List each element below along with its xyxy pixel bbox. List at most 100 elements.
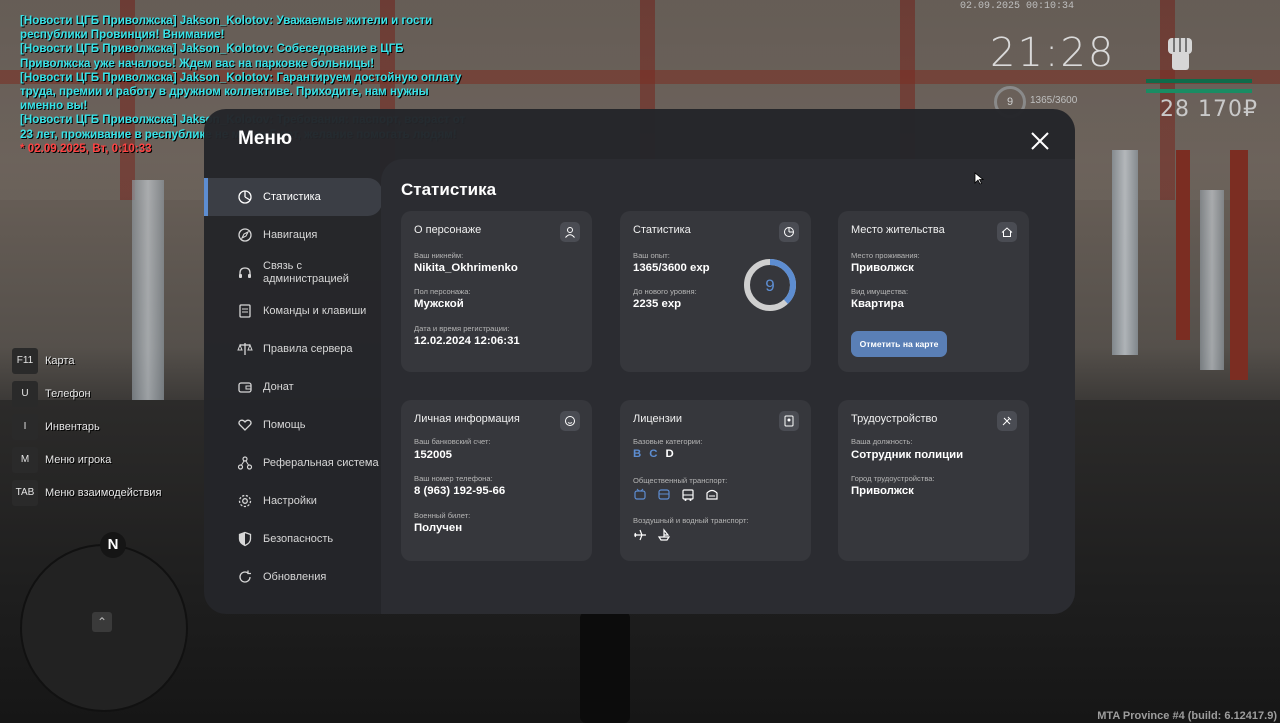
keybind-label: Телефон [45,388,91,400]
chat-message: [Новости ЦГБ Приволжска] Jakson_Kolotov:… [20,14,433,42]
sidebar-item-refresh[interactable]: Обновления [204,558,382,596]
sidebar-item-label: Реферальная система [263,456,379,469]
refresh-icon [239,570,251,583]
bank-label: Ваш банковский счет: [414,437,491,446]
nickname-label: Ваш никнейм: [414,251,464,260]
network-icon [237,456,253,470]
house-icon [997,222,1017,242]
property-type-value: Квартира [851,298,904,310]
sidebar-item-compass[interactable]: Навигация [204,216,382,254]
keybind-list: F11 Карта U Телефон I Инвентарь M Меню игрока TA… [12,348,161,513]
sidebar-item-label: Команды и клавиши [263,304,367,317]
license-category: C [649,448,658,460]
sidebar-item-document[interactable]: Команды и клавиши [204,292,382,330]
key-cap: U [12,381,38,407]
mark-on-map-button[interactable]: Отметить на карте [851,331,947,357]
bus-icon [682,489,694,501]
card-title: О персонаже [414,224,482,236]
air-water-transport-label: Воздушный и водный транспорт: [633,516,749,525]
public-transport-label: Общественный транспорт: [633,476,728,485]
stats-icon [238,190,252,204]
metro-icon [706,489,718,500]
phone-label: Ваш номер телефона: [414,474,493,483]
card-title: Трудоустройство [851,413,938,425]
exp-label: Ваш опыт: [633,251,670,260]
sidebar-item-label: Обновления [263,570,327,583]
card-title: Лицензии [633,413,683,425]
menu-sidebar: Статистика Навигация Связь с администрацие… [204,178,382,596]
place-label: Место проживания: [851,251,920,260]
sidebar-item-gear[interactable]: Настройки [204,482,382,520]
next-level-label: До нового уровня: [633,287,697,296]
license-category: B [633,448,642,460]
pillar [1200,190,1224,370]
level-progress-ring: 9 [744,259,796,311]
key-cap: M [12,447,38,473]
card-title: Место жительства [851,224,945,236]
public-transport-icons [633,488,719,502]
work-city-value: Приволжск [851,485,914,497]
player-position-icon: ⌃ [92,612,112,632]
sidebar-item-label: Донат [263,380,294,393]
military-label: Военный билет: [414,511,471,520]
sidebar-item-heart-hand[interactable]: Помощь [204,406,382,444]
sidebar-item-network[interactable]: Реферальная система [204,444,382,482]
card-character: О персонаже Ваш никнейм: Nikita_Okhrimen… [401,211,592,372]
panel-title: Статистика [401,180,497,199]
smile-icon [560,411,580,431]
tools-icon [997,411,1017,431]
trolleybus-icon [634,488,646,500]
player-menu: Меню Статистика Навигация Связь с админист… [204,109,1075,614]
pillar [1112,150,1138,355]
license-categories: BCD [633,448,682,460]
sidebar-item-scales[interactable]: Правила сервера [204,330,382,368]
military-value: Получен [414,522,463,534]
keybind-row: U Телефон [12,381,161,407]
keybind-label: Инвентарь [45,421,100,433]
person-icon [560,222,580,242]
sidebar-item-label: Безопасность [263,532,334,545]
sidebar-item-headset[interactable]: Связь с администрацией [204,254,382,292]
mouse-cursor-icon [974,172,984,185]
red-column [1230,150,1248,380]
scales-icon [237,343,253,355]
sidebar-item-shield[interactable]: Безопасность [204,520,382,558]
license-category: D [665,448,674,460]
key-cap: F11 [12,348,38,374]
fist-icon [1168,38,1192,70]
card-title: Личная информация [414,413,520,425]
chat-message: [Новости ЦГБ Приволжска] Jakson_Kolotov:… [20,70,462,113]
keybind-label: Карта [45,355,75,367]
hud-datetime: 02.09.2025 00:10:34 [959,1,1074,12]
id-card-icon [779,411,799,431]
document-icon [239,304,251,318]
gender-label: Пол персонажа: [414,287,471,296]
airplane-icon [634,529,646,541]
pie-chart-icon [779,222,799,242]
sidebar-item-wallet[interactable]: Донат [204,368,382,406]
keybind-row: TAB Меню взаимодействия [12,480,161,506]
card-employment: Трудоустройство Ваша должность: Сотрудни… [838,400,1029,561]
sidebar-item-stats[interactable]: Статистика [204,178,382,216]
hud-health-bars [1146,79,1252,93]
wallet-icon [238,382,252,393]
menu-title: Меню [238,128,293,149]
key-cap: TAB [12,480,38,506]
sidebar-item-label: Правила сервера [263,342,353,355]
keybind-row: I Инвентарь [12,414,161,440]
hud-clock: 21:28 [990,30,1116,76]
keybind-label: Меню игрока [45,454,112,466]
build-version: MTA Province #4 (build: 6.12417.9) [1097,710,1277,722]
property-type-label: Вид имущества: [851,287,909,296]
level-number: 9 [765,276,774,295]
keybind-row: F11 Карта [12,348,161,374]
card-title: Статистика [633,224,691,236]
hud-exp: 1365/3600 [1030,95,1078,106]
close-icon[interactable] [1030,131,1050,151]
phone-value: 8 (963) 192-95-66 [414,485,506,497]
base-categories-label: Базовые категории: [633,437,703,446]
gender-value: Мужской [414,298,464,310]
boat-icon [657,528,671,541]
compass-icon [238,228,252,242]
exp-value: 1365/3600 exp [633,262,710,274]
